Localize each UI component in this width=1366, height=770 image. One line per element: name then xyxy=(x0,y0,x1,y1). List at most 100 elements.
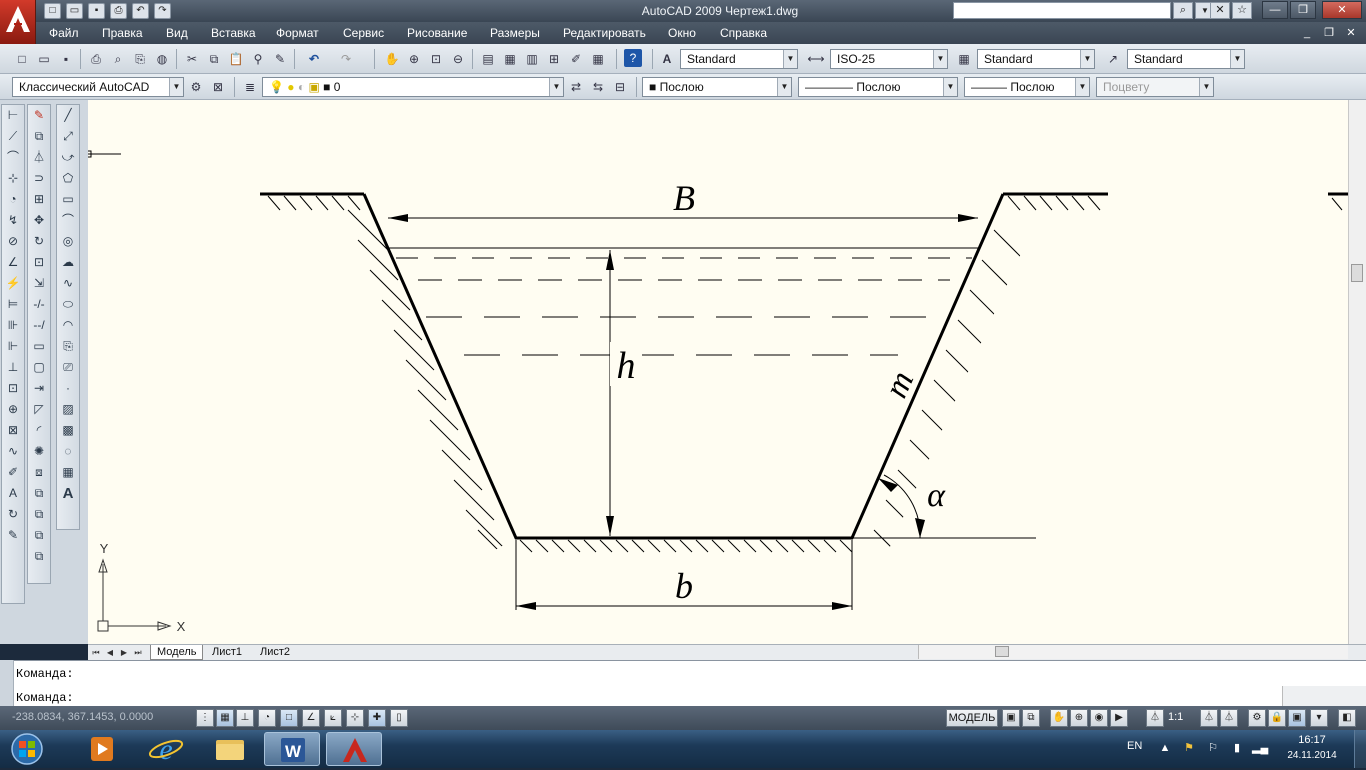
show-motion-icon[interactable]: ▶ xyxy=(1110,709,1128,727)
linear-dim-icon[interactable]: ⊢ xyxy=(2,105,24,126)
application-menu-button[interactable] xyxy=(0,0,36,44)
polar-tracking-icon[interactable]: ◔ xyxy=(258,709,276,727)
text-style-combo[interactable]: Standard ▼ xyxy=(680,49,798,69)
publish-icon[interactable]: ⎘ xyxy=(130,49,150,69)
help-icon[interactable]: ? xyxy=(624,49,642,67)
make-layer-current-icon[interactable]: ⇄ xyxy=(566,77,586,97)
horizontal-scroll-thumb[interactable] xyxy=(995,646,1009,657)
ordinate-dim-icon[interactable]: ⊹ xyxy=(2,168,24,189)
redo-icon[interactable]: ↷ xyxy=(336,49,356,69)
doc-minimize-button[interactable]: _ xyxy=(1298,25,1316,41)
save-icon[interactable]: ▪ xyxy=(88,3,105,19)
menu-view[interactable]: Вид xyxy=(166,26,188,40)
bring-to-front-icon[interactable]: ⧉ xyxy=(28,483,50,504)
tab-model[interactable]: Модель xyxy=(150,645,204,660)
tab-layout2[interactable]: Лист2 xyxy=(254,645,296,660)
layer-state-icon[interactable]: ⊟ xyxy=(610,77,630,97)
diameter-dim-icon[interactable]: ⊘ xyxy=(2,231,24,252)
layout-icon[interactable]: ▣ xyxy=(1002,709,1020,727)
tab-layout1[interactable]: Лист1 xyxy=(206,645,248,660)
annotation-scale-value[interactable]: 1:1 xyxy=(1168,711,1183,723)
menu-tools[interactable]: Сервис xyxy=(343,26,384,40)
circle-icon[interactable]: ◎ xyxy=(57,231,79,252)
steering-wheel-icon[interactable]: ◉ xyxy=(1090,709,1108,727)
annotation-scale-icon[interactable]: ⏃ xyxy=(1146,709,1164,727)
rectangle-icon[interactable]: ▭ xyxy=(57,189,79,210)
line-icon[interactable]: ╱ xyxy=(57,105,79,126)
construction-line-icon[interactable]: ⤢ xyxy=(57,126,79,147)
vertical-scrollbar[interactable] xyxy=(1348,100,1366,644)
arc-length-icon[interactable]: ⌒ xyxy=(2,147,24,168)
command-prompt[interactable]: Команда: xyxy=(16,691,74,705)
auto-scale-icon[interactable]: ⏃ xyxy=(1220,709,1238,727)
tool-palettes-icon[interactable]: ▥ xyxy=(522,49,542,69)
insert-block-icon[interactable]: ⎘ xyxy=(57,336,79,357)
erase-icon[interactable]: ✎ xyxy=(28,105,50,126)
menu-file[interactable]: Файл xyxy=(49,26,79,40)
object-snap-icon[interactable]: □ xyxy=(280,709,298,727)
object-snap-tracking-icon[interactable]: ∠ xyxy=(302,709,320,727)
region-icon[interactable]: ◌ xyxy=(57,441,79,462)
taskbar-internet-explorer[interactable]: e xyxy=(138,732,194,766)
baseline-dim-icon[interactable]: ⊨ xyxy=(2,294,24,315)
aligned-dim-icon[interactable]: ⟋ xyxy=(2,126,24,147)
stretch-icon[interactable]: ⇲ xyxy=(28,273,50,294)
offset-icon[interactable]: ⊃ xyxy=(28,168,50,189)
copy-icon[interactable]: ⧉ xyxy=(204,49,224,69)
plot-preview-icon[interactable]: ⌕ xyxy=(108,49,128,69)
redo-icon[interactable]: ↷ xyxy=(154,3,171,19)
open-icon[interactable]: ▭ xyxy=(34,49,54,69)
table-style-combo[interactable]: Standard ▼ xyxy=(977,49,1095,69)
break-at-point-icon[interactable]: ▭ xyxy=(28,336,50,357)
menu-edit[interactable]: Правка xyxy=(102,26,143,40)
model-space-button[interactable]: МОДЕЛЬ xyxy=(946,709,998,727)
lineweight-combo[interactable]: ——— Послою ▼ xyxy=(964,77,1090,97)
next-tab-icon[interactable]: ▶ xyxy=(118,646,130,659)
status-bar-menu-icon[interactable]: ▾ xyxy=(1310,709,1328,727)
dim-style-icon[interactable]: ✎ xyxy=(2,525,24,546)
linetype-combo[interactable]: ———— Послою ▼ xyxy=(798,77,958,97)
drawing-canvas[interactable]: B h m α b Y X xyxy=(88,100,1348,644)
layer-previous-icon[interactable]: ⇆ xyxy=(588,77,608,97)
language-indicator[interactable]: EN xyxy=(1127,740,1142,752)
bring-above-icon[interactable]: ⧉ xyxy=(28,525,50,546)
copy-object-icon[interactable]: ⧉ xyxy=(28,126,50,147)
multileader-style-icon[interactable]: ↗ xyxy=(1103,49,1123,69)
quick-properties-icon[interactable]: ▯ xyxy=(390,709,408,727)
prev-tab-icon[interactable]: ◀ xyxy=(104,646,116,659)
vertical-scroll-thumb[interactable] xyxy=(1351,264,1363,282)
layer-combo[interactable]: 💡 ● ◐ ▣ ■ 0 ▼ xyxy=(262,77,564,97)
show-hidden-icons-icon[interactable]: ▲ xyxy=(1158,741,1172,755)
undo-icon[interactable]: ↶ xyxy=(132,3,149,19)
doc-restore-button[interactable]: ❐ xyxy=(1320,25,1338,41)
print-icon[interactable]: ⎙ xyxy=(110,3,127,19)
horizontal-scrollbar[interactable] xyxy=(918,645,1348,659)
jogged-dim-icon[interactable]: ↯ xyxy=(2,210,24,231)
dynamic-input-icon[interactable]: ⊹ xyxy=(346,709,364,727)
dynamic-ucs-icon[interactable]: ⟀ xyxy=(324,709,342,727)
cut-icon[interactable]: ✂ xyxy=(182,49,202,69)
undo-icon[interactable]: ↶ xyxy=(304,49,324,69)
radius-dim-icon[interactable]: ◔ xyxy=(2,189,24,210)
doc-close-button[interactable]: ✕ xyxy=(1342,25,1360,41)
break-icon[interactable]: ▢ xyxy=(28,357,50,378)
dim-update-icon[interactable]: ↻ xyxy=(2,504,24,525)
start-button[interactable] xyxy=(4,732,50,766)
make-block-icon[interactable]: ⎚ xyxy=(57,357,79,378)
polyline-icon[interactable]: ⤻ xyxy=(57,147,79,168)
menu-draw[interactable]: Рисование xyxy=(407,26,467,40)
clock-time[interactable]: 16:17 xyxy=(1292,734,1332,746)
chamfer-icon[interactable]: ◸ xyxy=(28,399,50,420)
coordinate-readout[interactable]: -238.0834, 367.1453, 0.0000 xyxy=(12,711,153,723)
dim-text-edit-icon[interactable]: A xyxy=(2,483,24,504)
pan-icon[interactable]: ✋ xyxy=(1050,709,1068,727)
explode-icon[interactable]: ✺ xyxy=(28,441,50,462)
menu-format[interactable]: Формат xyxy=(276,26,319,40)
battery-icon[interactable]: ▮ xyxy=(1230,741,1244,755)
quick-view-layouts-icon[interactable]: ⧉ xyxy=(1022,709,1040,727)
ortho-mode-icon[interactable]: ⊥ xyxy=(236,709,254,727)
open-file-icon[interactable]: ▭ xyxy=(66,3,83,19)
menu-window[interactable]: Окно xyxy=(668,26,696,40)
dim-edit-icon[interactable]: ✐ xyxy=(2,462,24,483)
pan-icon[interactable]: ✋ xyxy=(382,49,402,69)
